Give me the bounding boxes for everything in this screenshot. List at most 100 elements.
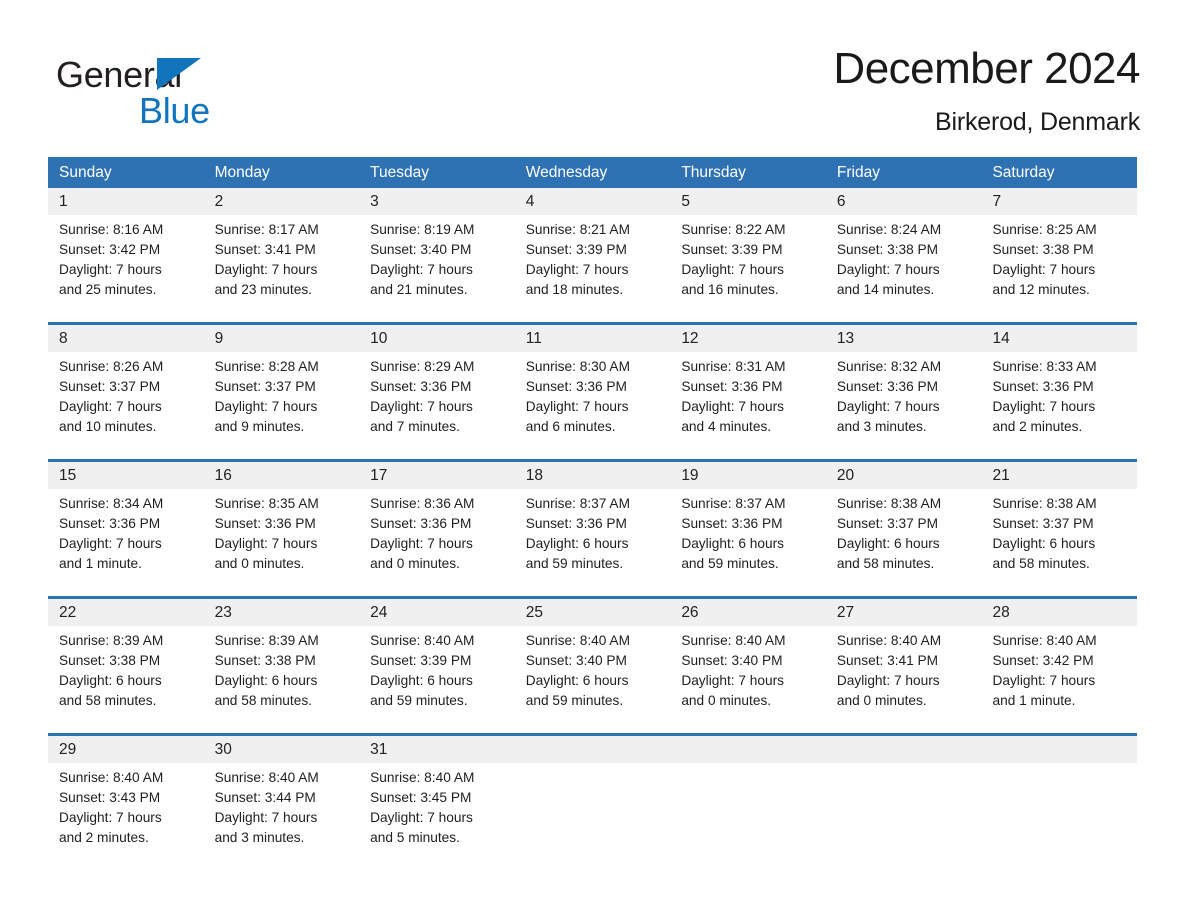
sunrise-text: Sunrise: 8:31 AM [681,359,786,374]
sunset-text: Sunset: 3:41 PM [214,242,316,257]
sunrise-text: Sunrise: 8:21 AM [525,222,630,237]
calendar-day-cell[interactable]: 11 Sunrise: 8:30 AM Sunset: 3:36 PM Dayligh… [515,325,671,459]
sunrise-text: Sunrise: 8:16 AM [59,222,164,237]
calendar-day-cell[interactable]: 21 Sunrise: 8:38 AM Sunset: 3:37 PM Dayligh… [981,462,1137,596]
calendar-day-cell[interactable]: 9 Sunrise: 8:28 AM Sunset: 3:37 PM Daylight… [204,325,360,459]
daylight-text-line1: Daylight: 7 hours [214,536,318,551]
calendar-day-cell[interactable]: 14 Sunrise: 8:33 AM Sunset: 3:36 PM Dayligh… [981,325,1137,459]
day-details: Sunrise: 8:33 AM Sunset: 3:36 PM Daylight:… [992,357,1127,437]
calendar-day-cell[interactable]: 13 Sunrise: 8:32 AM Sunset: 3:36 PM Dayligh… [826,325,982,459]
calendar-day-cell[interactable]: 22 Sunrise: 8:39 AM Sunset: 3:38 PM Dayligh… [48,599,204,733]
daylight-text-line2: and 16 minutes. [681,282,779,297]
calendar-day-cell[interactable]: 31 Sunrise: 8:40 AM Sunset: 3:45 PM Dayligh… [359,736,515,870]
day-number: 21 [992,467,1010,484]
daylight-text-line2: and 21 minutes. [370,282,468,297]
weekday-header-thursday: Thursday [681,164,746,181]
daylight-text-line2: and 0 minutes. [681,693,772,708]
day-number: 16 [214,467,232,484]
sunset-text: Sunset: 3:42 PM [59,242,161,257]
day-number: 17 [370,467,388,484]
day-details: Sunrise: 8:40 AM Sunset: 3:40 PM Daylight:… [681,631,816,711]
sunset-text: Sunset: 3:36 PM [992,379,1094,394]
daylight-text-line1: Daylight: 6 hours [992,536,1096,551]
day-details: Sunrise: 8:40 AM Sunset: 3:42 PM Daylight:… [992,631,1127,711]
sunrise-text: Sunrise: 8:40 AM [525,633,630,648]
calendar-day-cell[interactable]: 18 Sunrise: 8:37 AM Sunset: 3:36 PM Dayligh… [515,462,671,596]
sunrise-text: Sunrise: 8:19 AM [370,222,475,237]
sunset-text: Sunset: 3:38 PM [836,242,939,257]
daylight-text-line2: and 5 minutes. [370,830,460,845]
calendar-day-cell[interactable]: 3 Sunrise: 8:19 AM Sunset: 3:40 PM Daylight… [359,188,515,322]
calendar-week-row: 29 Sunrise: 8:40 AM Sunset: 3:43 PM Dayligh… [48,733,1137,870]
daylight-text-line1: Daylight: 7 hours [214,810,318,825]
calendar-day-cell[interactable]: 23 Sunrise: 8:39 AM Sunset: 3:38 PM Dayligh… [204,599,360,733]
calendar-day-cell[interactable]: 4 Sunrise: 8:21 AM Sunset: 3:39 PM Daylight… [515,188,671,322]
calendar-week-cells: 8 Sunrise: 8:26 AM Sunset: 3:37 PM Daylight… [48,325,1137,459]
calendar-day-cell[interactable]: 12 Sunrise: 8:31 AM Sunset: 3:36 PM Dayligh… [670,325,826,459]
calendar-day-cell[interactable]: 6 Sunrise: 8:24 AM Sunset: 3:38 PM Daylight… [826,188,982,322]
day-details: Sunrise: 8:37 AM Sunset: 3:36 PM Daylight:… [681,494,816,574]
day-details: Sunrise: 8:26 AM Sunset: 3:37 PM Daylight:… [59,357,194,437]
sunrise-text: Sunrise: 8:40 AM [370,633,475,648]
daylight-text-line2: and 2 minutes. [59,830,149,845]
calendar-day-cell[interactable]: 24 Sunrise: 8:40 AM Sunset: 3:39 PM Dayligh… [359,599,515,733]
general-blue-logo[interactable]: General Blue [56,54,256,136]
sunset-text: Sunset: 3:36 PM [681,516,783,531]
sunset-text: Sunset: 3:36 PM [59,516,161,531]
triangle-icon [157,58,201,90]
sunset-text: Sunset: 3:39 PM [681,242,783,257]
daylight-text-line1: Daylight: 7 hours [59,810,162,825]
day-number: 14 [992,330,1010,347]
daylight-text-line1: Daylight: 7 hours [992,262,1096,277]
daylight-text-line1: Daylight: 7 hours [59,536,162,551]
calendar-day-cell[interactable]: 7 Sunrise: 8:25 AM Sunset: 3:38 PM Daylight… [981,188,1137,322]
daylight-text-line1: Daylight: 7 hours [836,673,940,688]
daylight-text-line1: Daylight: 7 hours [681,399,785,414]
calendar-week-row: 1 Sunrise: 8:16 AM Sunset: 3:42 PM Daylight… [48,188,1137,322]
calendar-day-cell[interactable]: 19 Sunrise: 8:37 AM Sunset: 3:36 PM Dayligh… [670,462,826,596]
day-details: Sunrise: 8:30 AM Sunset: 3:36 PM Daylight:… [526,357,661,437]
day-number: 8 [59,330,68,347]
calendar-week-cells: 15 Sunrise: 8:34 AM Sunset: 3:36 PM Dayligh… [48,462,1137,596]
weekday-header-friday: Friday [836,164,880,181]
calendar-day-cell[interactable]: 1 Sunrise: 8:16 AM Sunset: 3:42 PM Daylight… [48,188,204,322]
daylight-text-line1: Daylight: 6 hours [214,673,318,688]
sunset-text: Sunset: 3:37 PM [992,516,1094,531]
calendar-day-cell[interactable]: 15 Sunrise: 8:34 AM Sunset: 3:36 PM Dayligh… [48,462,204,596]
calendar-day-cell[interactable]: 26 Sunrise: 8:40 AM Sunset: 3:40 PM Dayligh… [670,599,826,733]
daylight-text-line1: Daylight: 7 hours [370,536,473,551]
calendar-day-cell[interactable]: 27 Sunrise: 8:40 AM Sunset: 3:41 PM Dayligh… [826,599,982,733]
daylight-text-line1: Daylight: 6 hours [681,536,785,551]
calendar-day-cell[interactable]: 8 Sunrise: 8:26 AM Sunset: 3:37 PM Daylight… [48,325,204,459]
sunrise-text: Sunrise: 8:28 AM [214,359,319,374]
calendar-week-row: 22 Sunrise: 8:39 AM Sunset: 3:38 PM Dayligh… [48,596,1137,733]
day-number: 22 [59,604,77,621]
calendar-day-cell[interactable]: 16 Sunrise: 8:35 AM Sunset: 3:36 PM Dayligh… [204,462,360,596]
daylight-text-line2: and 59 minutes. [370,693,468,708]
calendar-week-cells: 22 Sunrise: 8:39 AM Sunset: 3:38 PM Dayligh… [48,599,1137,733]
daylight-text-line1: Daylight: 6 hours [836,536,940,551]
day-number: 23 [214,604,232,621]
daylight-text-line1: Daylight: 7 hours [370,262,473,277]
calendar-week-cells: 1 Sunrise: 8:16 AM Sunset: 3:42 PM Daylight… [48,188,1137,322]
calendar-day-cell[interactable]: 29 Sunrise: 8:40 AM Sunset: 3:43 PM Dayligh… [48,736,204,870]
sunrise-text: Sunrise: 8:34 AM [59,496,164,511]
sunset-text: Sunset: 3:37 PM [59,379,161,394]
calendar-day-cell[interactable]: 30 Sunrise: 8:40 AM Sunset: 3:44 PM Dayligh… [204,736,360,870]
calendar-day-cell[interactable]: 25 Sunrise: 8:40 AM Sunset: 3:40 PM Dayligh… [515,599,671,733]
daylight-text-line1: Daylight: 7 hours [214,399,318,414]
calendar-day-cell[interactable]: 20 Sunrise: 8:38 AM Sunset: 3:37 PM Dayligh… [826,462,982,596]
calendar-day-cell[interactable]: 17 Sunrise: 8:36 AM Sunset: 3:36 PM Dayligh… [359,462,515,596]
sunset-text: Sunset: 3:44 PM [214,790,316,805]
calendar-day-cell[interactable]: 10 Sunrise: 8:29 AM Sunset: 3:36 PM Dayligh… [359,325,515,459]
day-number: 9 [214,330,224,347]
sunrise-text: Sunrise: 8:26 AM [59,359,164,374]
sunrise-text: Sunrise: 8:22 AM [681,222,786,237]
calendar-day-cell[interactable]: 2 Sunrise: 8:17 AM Sunset: 3:41 PM Daylight… [204,188,360,322]
calendar-day-cell[interactable]: 5 Sunrise: 8:22 AM Sunset: 3:39 PM Daylight… [670,188,826,322]
daylight-text-line2: and 6 minutes. [525,419,616,434]
sunrise-text: Sunrise: 8:29 AM [370,359,475,374]
calendar-day-cell[interactable]: 28 Sunrise: 8:40 AM Sunset: 3:42 PM Dayligh… [981,599,1137,733]
day-details: Sunrise: 8:25 AM Sunset: 3:38 PM Daylight:… [992,220,1127,300]
day-number: 4 [525,193,535,210]
